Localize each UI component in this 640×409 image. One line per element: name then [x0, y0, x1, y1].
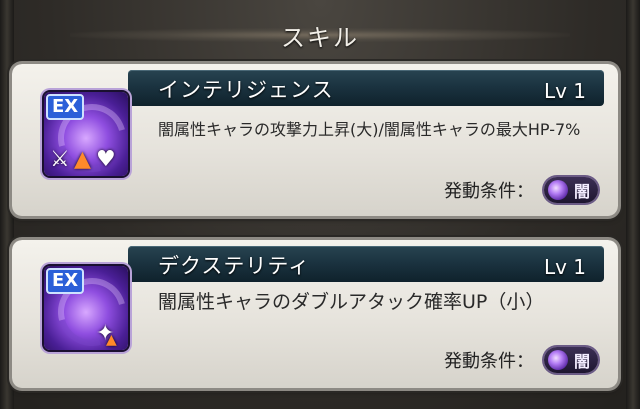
condition-label: 発動条件：	[443, 351, 534, 372]
condition-label: 発動条件：	[443, 181, 534, 202]
element-badge: 闇	[543, 347, 598, 373]
sword-icon: ⚔	[50, 147, 70, 172]
section-header: スキル	[70, 14, 570, 54]
element-label: 闇	[573, 182, 590, 201]
activation-condition: 発動条件： 闇	[444, 346, 598, 374]
dark-element-icon	[547, 180, 568, 200]
dark-skill-icon: EX ⚔ ▲ ♥	[44, 92, 128, 176]
skill-title-bar: インテリジェンス Lv 1	[128, 70, 604, 106]
skill-card[interactable]: インテリジェンス Lv 1 EX ⚔ ▲ ♥ 闇属性キャラの攻撃力上昇(大)/闇…	[12, 64, 618, 216]
right-frame-decoration	[626, 0, 640, 409]
element-label: 闇	[573, 352, 590, 371]
attack-up-icon: ▲	[74, 147, 91, 172]
skill-name: デクステリティ	[158, 254, 311, 278]
ex-badge: EX	[46, 94, 85, 120]
skill-card[interactable]: デクステリティ Lv 1 EX ✦ ▲ 闇属性キャラのダブルアタック確率UP（小…	[12, 240, 618, 388]
element-badge: 闇	[543, 177, 598, 203]
skill-level: Lv 1	[543, 255, 586, 279]
section-title: スキル	[281, 24, 359, 52]
skill-name: インテリジェンス	[158, 78, 334, 102]
heart-icon: ♥	[96, 147, 116, 172]
skill-title-bar: デクステリティ Lv 1	[128, 246, 604, 282]
attack-up-icon: ▲	[106, 332, 117, 348]
skill-level: Lv 1	[543, 79, 586, 103]
dark-element-icon	[547, 350, 568, 370]
dark-skill-icon: EX ✦ ▲	[44, 266, 128, 350]
skill-description: 闇属性キャラのダブルアタック確率UP（小）	[158, 291, 545, 313]
activation-condition: 発動条件： 闇	[444, 176, 598, 204]
skill-description: 闇属性キャラの攻撃力上昇(大)/闇属性キャラの最大HP-7%	[158, 120, 581, 139]
ex-badge: EX	[46, 268, 85, 294]
